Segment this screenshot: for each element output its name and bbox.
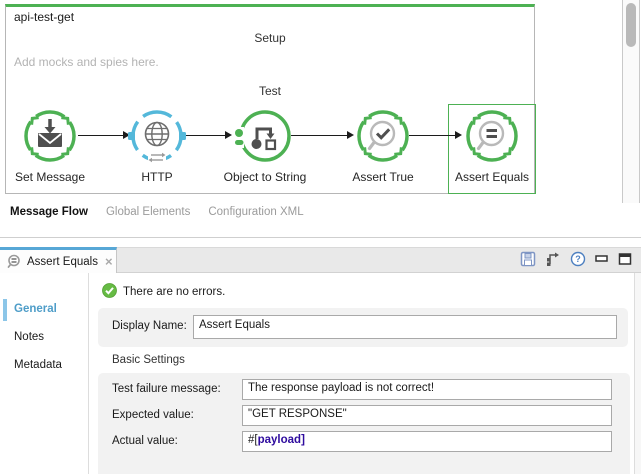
assert-equals-icon: [462, 106, 522, 166]
save-icon[interactable]: [520, 251, 536, 267]
active-section-indicator: [3, 299, 7, 321]
flow-arrow: [185, 135, 230, 136]
help-icon[interactable]: ?: [570, 251, 586, 267]
http-icon: [127, 106, 187, 166]
setup-section-label: Setup: [6, 31, 534, 45]
maximize-icon[interactable]: [618, 252, 632, 266]
node-object-to-string[interactable]: [235, 106, 295, 166]
anypoint-studio-window: api-test-get Setup Add mocks and spies h…: [0, 0, 641, 474]
node-assert-true[interactable]: [353, 106, 413, 166]
test-section-label: Test: [6, 84, 534, 98]
set-message-icon: [20, 106, 80, 166]
sidebar-divider: [88, 273, 89, 474]
editor-view-tabs: Message Flow Global Elements Configurati…: [10, 206, 304, 218]
actual-value-label: Actual value:: [112, 435, 178, 447]
assert-equals-tab-icon: [7, 254, 22, 269]
properties-tab-label: Assert Equals: [27, 256, 98, 268]
flow-title: api-test-get: [14, 10, 74, 24]
tab-configuration-xml[interactable]: Configuration XML: [208, 206, 303, 218]
properties-panel: Assert Equals × ?: [0, 237, 641, 474]
setup-hint-text: Add mocks and spies here.: [14, 55, 159, 69]
node-label-http: HTTP: [141, 170, 172, 184]
basic-settings-group: Test failure message: The response paylo…: [98, 373, 630, 474]
test-failure-message-label: Test failure message:: [112, 383, 221, 395]
minimize-icon[interactable]: [595, 252, 609, 266]
flow-tree-icon[interactable]: [545, 251, 561, 267]
expected-value-label: Expected value:: [112, 409, 194, 421]
canvas-scrollbar[interactable]: [622, 0, 640, 203]
tab-message-flow[interactable]: Message Flow: [10, 206, 88, 218]
sidebar-item-general[interactable]: General: [14, 303, 57, 315]
expression-payload: payload: [258, 434, 301, 446]
object-to-string-icon: [235, 106, 295, 166]
expected-value-input[interactable]: "GET RESPONSE": [242, 405, 612, 426]
tab-global-elements[interactable]: Global Elements: [106, 206, 190, 218]
close-icon[interactable]: ×: [105, 255, 113, 268]
status-message: There are no errors.: [123, 286, 225, 298]
svg-text:?: ?: [575, 254, 581, 264]
flow-canvas[interactable]: api-test-get Setup Add mocks and spies h…: [5, 4, 535, 194]
expression-prefix: #[: [248, 434, 258, 446]
basic-settings-title: Basic Settings: [112, 354, 185, 366]
sidebar-item-metadata[interactable]: Metadata: [14, 359, 62, 371]
node-http[interactable]: [127, 106, 187, 166]
display-name-input[interactable]: Assert Equals: [193, 315, 617, 339]
flow-arrow: [291, 135, 352, 136]
properties-tab-assert-equals[interactable]: Assert Equals ×: [0, 247, 117, 273]
node-set-message[interactable]: [20, 106, 80, 166]
node-label-assert-equals: Assert Equals: [455, 170, 529, 184]
flow-arrow: [78, 135, 128, 136]
node-label-assert-true: Assert True: [352, 170, 413, 184]
display-name-label: Display Name:: [112, 320, 187, 332]
properties-scrollbar-track[interactable]: [634, 273, 641, 474]
properties-toolbar: ?: [520, 251, 632, 267]
flow-arrow: [409, 135, 460, 136]
sidebar-item-notes[interactable]: Notes: [14, 331, 44, 343]
actual-value-input[interactable]: #[payload]: [242, 431, 612, 452]
node-assert-equals[interactable]: [462, 106, 522, 166]
no-errors-check-icon: [102, 283, 117, 298]
display-name-group: Display Name: Assert Equals: [98, 308, 628, 347]
canvas-scrollbar-thumb[interactable]: [626, 3, 636, 47]
test-failure-message-input[interactable]: The response payload is not correct!: [242, 379, 612, 400]
expression-suffix: ]: [301, 434, 305, 446]
node-label-object-to-string: Object to String: [224, 170, 307, 184]
node-label-set-message: Set Message: [15, 170, 85, 184]
assert-true-icon: [353, 106, 413, 166]
